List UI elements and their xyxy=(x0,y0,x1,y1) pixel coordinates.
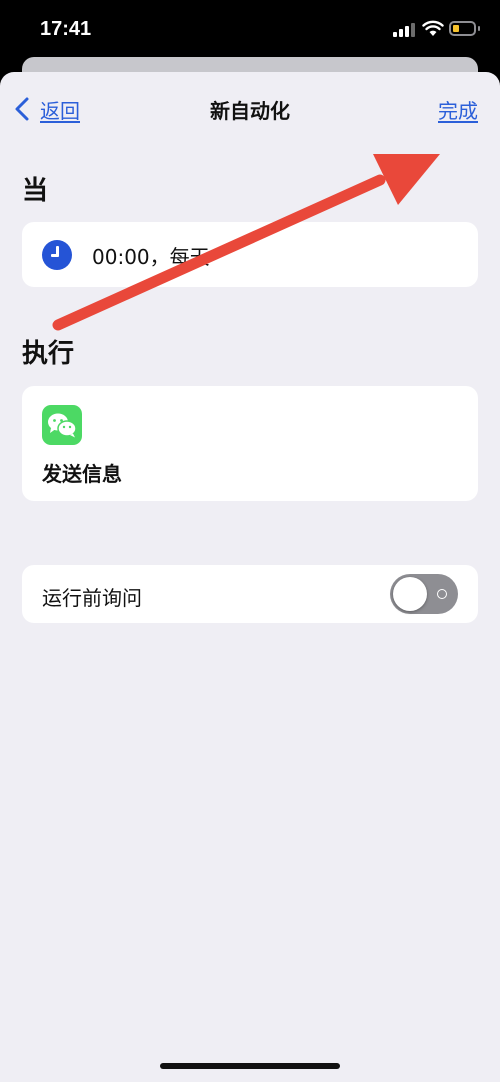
done-button[interactable]: 完成 xyxy=(438,95,478,124)
status-time: 17:41 xyxy=(40,18,92,40)
toggle-knob xyxy=(393,577,427,611)
trigger-time-text: 00:00，每天 xyxy=(92,245,210,269)
status-bar: 17:41 xyxy=(0,0,500,58)
battery-level xyxy=(453,25,459,32)
wifi-icon xyxy=(422,20,444,36)
wechat-icon xyxy=(42,405,82,445)
ask-before-running-label: 运行前询问 xyxy=(42,586,142,610)
action-label: 发送信息 xyxy=(42,462,122,486)
battery-icon xyxy=(449,21,476,36)
when-section-title: 当 xyxy=(22,176,49,206)
do-section-title: 执行 xyxy=(22,339,75,369)
battery-cap xyxy=(478,26,480,31)
home-indicator[interactable] xyxy=(160,1063,340,1069)
page-title: 新自动化 xyxy=(210,99,290,123)
toggle-off-indicator xyxy=(437,589,447,599)
ask-before-running-toggle[interactable] xyxy=(390,574,458,614)
time-trigger-card[interactable]: 00:00，每天 xyxy=(22,222,478,287)
send-message-action-card[interactable]: 发送信息 xyxy=(22,386,478,501)
clock-icon xyxy=(42,240,72,270)
cellular-signal-icon xyxy=(393,23,417,37)
ask-before-running-row: 运行前询问 xyxy=(22,565,478,623)
